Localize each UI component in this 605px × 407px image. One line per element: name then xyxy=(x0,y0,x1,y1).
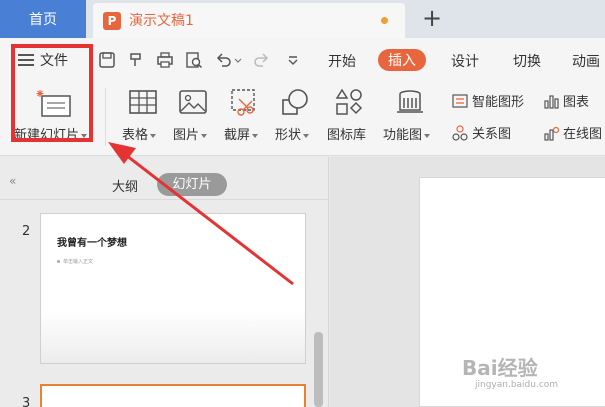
unsaved-indicator xyxy=(381,17,388,24)
tab-design[interactable]: 设计 xyxy=(451,51,479,71)
shapes-label: 形状 xyxy=(275,128,302,143)
relation-chart-icon xyxy=(452,124,468,141)
redo-icon[interactable] xyxy=(252,51,270,69)
slide-thumbnail[interactable]: 我曾有一个梦想 单击输入正文 xyxy=(40,213,306,364)
function-chart-icon[interactable] xyxy=(395,88,425,116)
table-icon[interactable] xyxy=(128,88,158,116)
document-title: 演示文稿1 xyxy=(129,13,194,29)
relation-chart-label: 关系图 xyxy=(472,127,512,142)
icon-library-icon[interactable] xyxy=(334,88,364,116)
title-bar: 首页 P 演示文稿1 + xyxy=(0,0,605,38)
panel-divider xyxy=(0,199,329,200)
slide-thumbnail-body: 单击输入正文 xyxy=(56,259,94,265)
tab-animation[interactable]: 动画 xyxy=(572,51,600,71)
slide-thumbnail-title: 我曾有一个梦想 xyxy=(57,238,127,249)
presentation-logo-icon: P xyxy=(103,12,121,30)
online-chart-button[interactable]: 在线图 xyxy=(543,123,602,142)
online-chart-icon xyxy=(544,126,559,141)
screenshot-icon[interactable] xyxy=(229,88,259,116)
picture-button[interactable]: 图片 xyxy=(173,124,208,143)
menu-icon xyxy=(18,54,34,66)
customize-toolbar-icon[interactable] xyxy=(284,51,302,69)
print-icon[interactable] xyxy=(156,51,174,69)
icon-library-button[interactable]: 图标库 xyxy=(327,124,366,143)
watermark-url: jingyan.baidu.com xyxy=(475,380,559,390)
chart-label: 图表 xyxy=(563,95,590,110)
collapse-panel-icon[interactable]: « xyxy=(9,174,16,188)
picture-icon[interactable] xyxy=(178,88,208,116)
watermark-logo: Bai经验 xyxy=(462,356,538,380)
new-tab-button[interactable]: + xyxy=(422,4,442,32)
undo-icon[interactable] xyxy=(215,51,233,69)
bar-chart-icon xyxy=(544,94,559,109)
table-button[interactable]: 表格 xyxy=(122,124,157,143)
picture-label: 图片 xyxy=(173,128,200,143)
shapes-icon[interactable] xyxy=(280,88,310,116)
tab-insert[interactable]: 插入 xyxy=(378,49,426,71)
new-slide-label: 新建幻灯片 xyxy=(14,128,80,143)
new-slide-button[interactable]: 新建幻灯片 xyxy=(14,124,88,143)
tab-slides[interactable]: 幻灯片 xyxy=(157,173,227,196)
smart-art-button[interactable]: 智能图形 xyxy=(452,91,524,110)
scrollbar-thumb[interactable] xyxy=(314,332,323,407)
tab-outline[interactable]: 大纲 xyxy=(112,176,138,195)
document-tab[interactable]: P 演示文稿1 xyxy=(93,3,405,38)
format-painter-icon[interactable] xyxy=(127,51,145,69)
ribbon: 文件 开始 插入 设计 切换 动画 新建幻灯片 表格 图片 截屏 形状 图标库 … xyxy=(0,38,605,156)
file-menu-button[interactable]: 文件 xyxy=(18,50,68,70)
screenshot-label: 截屏 xyxy=(224,128,251,143)
online-chart-label: 在线图 xyxy=(563,127,603,142)
function-chart-button[interactable]: 功能图 xyxy=(383,124,431,143)
chart-button[interactable]: 图表 xyxy=(543,91,589,110)
shapes-button[interactable]: 形状 xyxy=(275,124,310,143)
slide-thumbnail-selected[interactable] xyxy=(40,384,306,407)
function-chart-label: 功能图 xyxy=(383,128,423,143)
undo-dropdown-icon[interactable] xyxy=(234,51,242,69)
new-slide-icon[interactable] xyxy=(36,88,74,118)
slide-panel: « 大纲 幻灯片 2 我曾有一个梦想 单击输入正文 3 xyxy=(0,157,329,407)
tab-home[interactable]: 开始 xyxy=(328,51,356,71)
relation-chart-button[interactable]: 关系图 xyxy=(452,123,511,142)
smart-art-icon xyxy=(452,93,468,108)
print-preview-icon[interactable] xyxy=(185,51,203,69)
ribbon-separator xyxy=(105,88,106,146)
table-label: 表格 xyxy=(122,128,149,143)
home-tab[interactable]: 首页 xyxy=(0,0,86,38)
slide-number: 2 xyxy=(22,224,31,239)
slide-number: 3 xyxy=(22,396,31,407)
save-icon[interactable] xyxy=(98,51,116,69)
file-menu-label: 文件 xyxy=(40,53,68,69)
screenshot-button[interactable]: 截屏 xyxy=(224,124,259,143)
tab-transitions[interactable]: 切换 xyxy=(513,51,541,71)
smart-art-label: 智能图形 xyxy=(472,95,525,110)
